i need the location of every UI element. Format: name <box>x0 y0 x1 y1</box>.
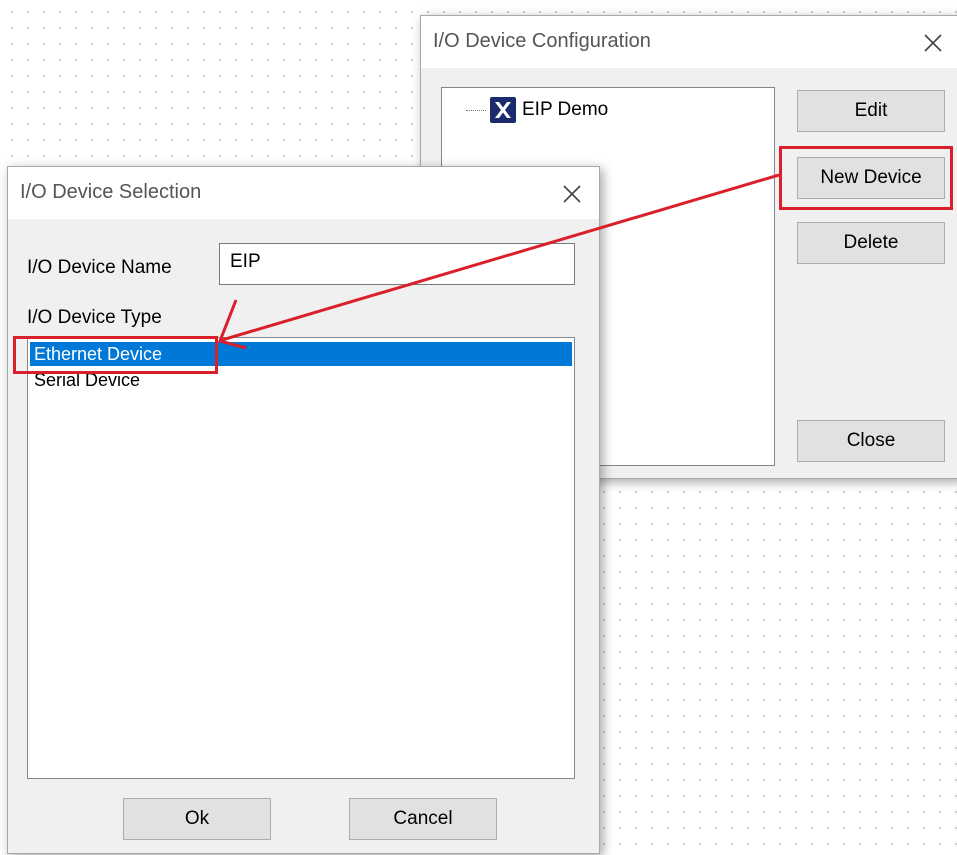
edit-button[interactable]: Edit <box>797 90 945 132</box>
tree-connector <box>466 109 486 111</box>
selection-dialog-title: I/O Device Selection <box>20 181 202 203</box>
x-app-icon <box>490 97 516 123</box>
list-item-ethernet-device[interactable]: Ethernet Device <box>30 342 572 366</box>
close-icon[interactable] <box>557 179 587 209</box>
selection-titlebar: I/O Device Selection <box>8 167 599 219</box>
ok-button[interactable]: Ok <box>123 798 271 840</box>
tree-item-eip-demo[interactable]: EIP Demo <box>466 96 608 124</box>
close-icon[interactable] <box>918 28 948 58</box>
device-type-list[interactable]: Ethernet Device Serial Device <box>27 337 575 779</box>
device-name-label: I/O Device Name <box>27 257 172 278</box>
config-dialog-title: I/O Device Configuration <box>433 30 651 52</box>
device-type-label: I/O Device Type <box>27 307 162 328</box>
new-device-button[interactable]: New Device <box>797 157 945 199</box>
close-button[interactable]: Close <box>797 420 945 462</box>
list-item-serial-device[interactable]: Serial Device <box>30 368 572 392</box>
delete-button[interactable]: Delete <box>797 222 945 264</box>
config-titlebar: I/O Device Configuration <box>421 16 957 68</box>
cancel-button[interactable]: Cancel <box>349 798 497 840</box>
tree-item-label: EIP Demo <box>522 99 609 120</box>
io-device-selection-dialog: I/O Device Selection I/O Device Name EIP… <box>7 166 600 854</box>
device-name-input[interactable]: EIP <box>219 243 575 285</box>
